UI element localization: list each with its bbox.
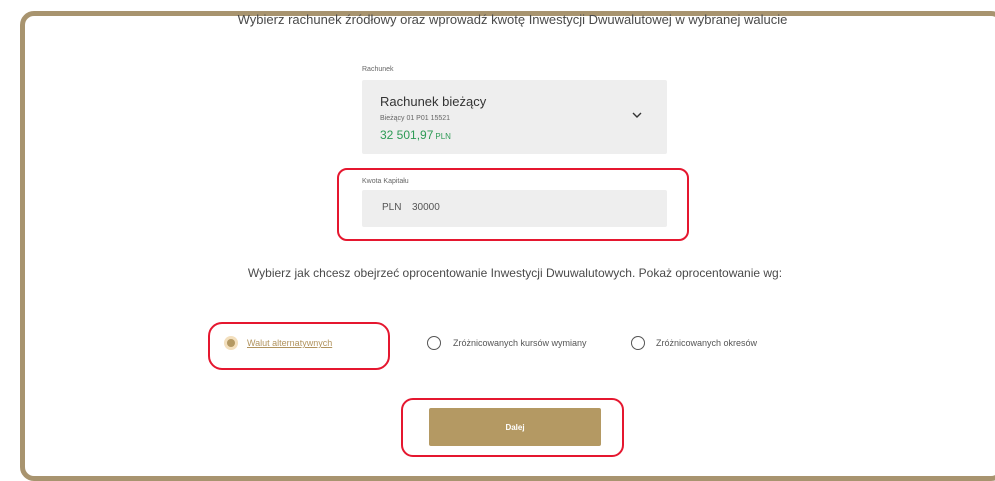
highlight-next-button [401, 398, 624, 457]
highlight-capital [337, 168, 689, 241]
intro-text: Wybierz rachunek źródłowy oraz wprowadź … [237, 12, 788, 27]
account-number: Bieżący 01 P01 15521 [380, 115, 451, 122]
account-label: Rachunek [362, 66, 394, 73]
account-balance: 32 501,97 PLN [380, 128, 451, 142]
interest-view-question: Wybierz jak chcesz obejrzeć oprocentowan… [247, 266, 783, 280]
balance-value: 32 501,97 [380, 128, 434, 142]
radio-periods[interactable] [631, 336, 645, 350]
chevron-down-icon[interactable] [632, 110, 642, 120]
radio-exchange-rates[interactable] [427, 336, 441, 350]
highlight-alternative-option [208, 322, 390, 370]
balance-currency: PLN [435, 132, 451, 141]
account-select[interactable]: Rachunek bieżący Bieżący 01 P01 15521 32… [362, 80, 667, 154]
option-label-periods[interactable]: Zróżnicowanych okresów [656, 336, 757, 350]
account-name: Rachunek bieżący [380, 94, 487, 109]
option-label-exchange-rates[interactable]: Zróżnicowanych kursów wymiany [453, 336, 603, 350]
